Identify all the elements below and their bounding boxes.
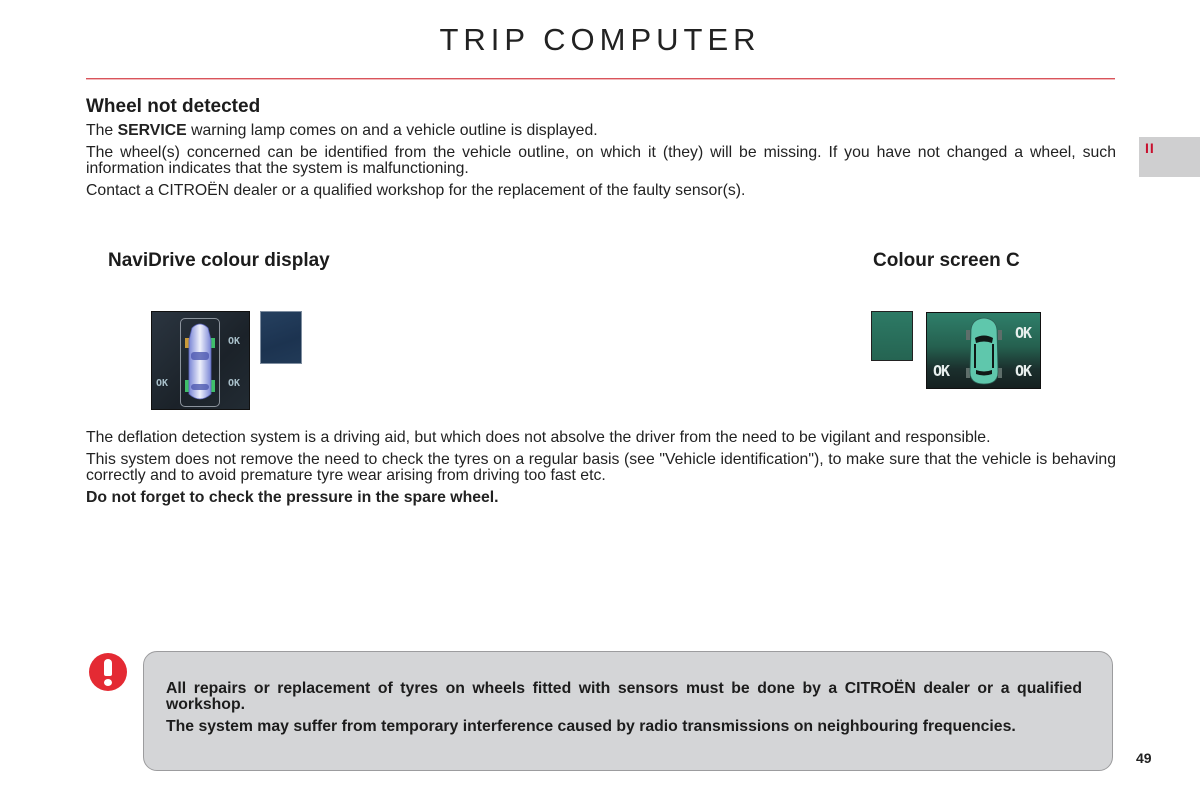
- warning-notice-box: All repairs or replacement of tyres on w…: [143, 651, 1113, 771]
- wheel-rear-left: [966, 368, 970, 378]
- rear-right-status: OK: [1015, 362, 1032, 380]
- wheel-front-right: [998, 330, 1002, 340]
- text: warning lamp comes on and a vehicle outl…: [186, 122, 598, 139]
- page-number: 49: [1136, 750, 1152, 766]
- navidrive-colour-swatch: [260, 311, 302, 364]
- paragraph-spare-wheel: Do not forget to check the pressure in t…: [86, 489, 499, 506]
- wheel-front-left-missing: [966, 330, 970, 340]
- section-heading: Wheel not detected: [86, 96, 261, 117]
- front-right-status: OK: [228, 336, 241, 347]
- paragraph-check-tyres: This system does not remove the need to …: [86, 451, 1116, 484]
- header-divider: [86, 78, 1115, 80]
- car-top-view-icon: [966, 317, 1002, 385]
- paragraph-wheel-identified: The wheel(s) concerned can be identified…: [86, 144, 1116, 177]
- navidrive-tyre-display: OK OK OK: [151, 311, 250, 410]
- colour-screen-c-label: Colour screen C: [873, 250, 1020, 271]
- paragraph-service-lamp: The SERVICE warning lamp comes on and a …: [86, 123, 1116, 139]
- notice-repairs: All repairs or replacement of tyres on w…: [166, 680, 1082, 713]
- wheel-rear-right: [998, 368, 1002, 378]
- warning-exclamation-icon: [89, 653, 127, 691]
- colour-screen-c-swatch: [871, 311, 913, 361]
- colour-screen-c-tyre-display: OK OK OK: [926, 312, 1041, 389]
- deflation-info-section: The deflation detection system is a driv…: [86, 430, 1116, 506]
- notice-interference: The system may suffer from temporary int…: [166, 718, 1016, 735]
- paragraph-driving-aid: The deflation detection system is a driv…: [86, 429, 991, 446]
- chapter-tab[interactable]: II: [1139, 137, 1200, 177]
- service-keyword: SERVICE: [117, 122, 187, 139]
- rear-left-status: OK: [156, 378, 169, 389]
- rear-left-status: OK: [933, 362, 950, 380]
- chapter-tab-label: II: [1145, 140, 1155, 156]
- rear-right-status: OK: [228, 378, 241, 389]
- car-top-view-icon: [185, 323, 215, 400]
- text: The: [86, 122, 118, 139]
- paragraph-contact-dealer: Contact a CITROËN dealer or a qualified …: [86, 182, 746, 199]
- page-title: TRIP COMPUTER: [439, 22, 761, 57]
- wheel-not-detected-section: Wheel not detected The SERVICE warning l…: [86, 96, 1116, 199]
- navidrive-label: NaviDrive colour display: [108, 250, 330, 271]
- front-right-status: OK: [1015, 324, 1032, 342]
